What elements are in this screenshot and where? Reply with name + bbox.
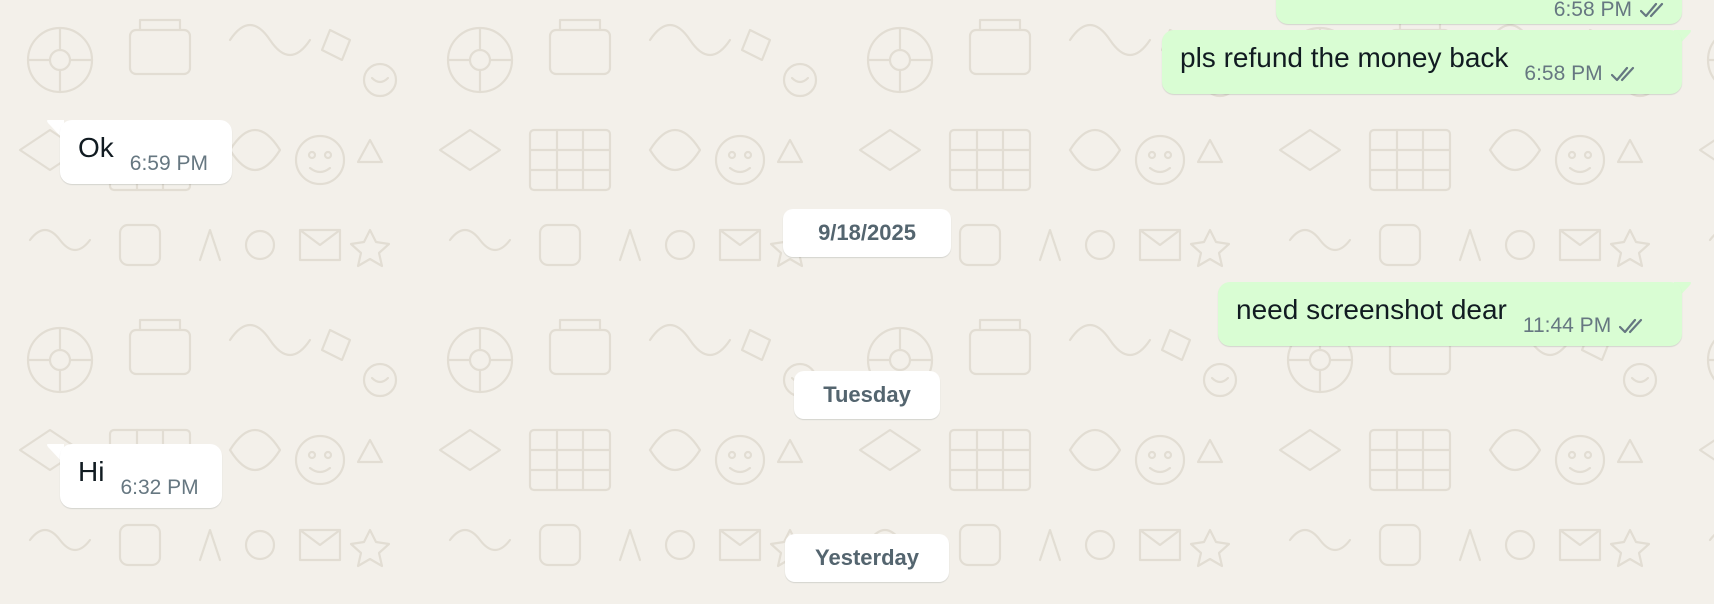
- message-meta: 6:32 PM: [120, 444, 198, 500]
- date-separator: Tuesday: [794, 371, 940, 419]
- message-time: 6:59 PM: [129, 152, 208, 175]
- message-text: pls refund the money back: [1180, 42, 1509, 73]
- date-separator: Yesterday: [785, 534, 949, 582]
- message-text: Ok: [78, 132, 114, 163]
- message-bubble-outgoing[interactable]: pls refund the money back 6:58 PM: [1162, 30, 1682, 94]
- message-bubble-outgoing[interactable]: need screenshot dear 11:44 PM: [1218, 282, 1682, 346]
- message-time: 11:44 PM: [1522, 314, 1612, 337]
- message-time: 6:58 PM: [1524, 62, 1603, 85]
- message-bubble-incoming[interactable]: Hi 6:32 PM: [60, 444, 222, 508]
- message-bubble-outgoing[interactable]: 6:58 PM: [1276, 0, 1682, 24]
- message-meta: 11:44 PM: [1523, 282, 1647, 338]
- message-meta: 6:59 PM: [130, 120, 208, 176]
- double-check-icon: [1619, 318, 1643, 334]
- double-check-icon: [1640, 2, 1664, 18]
- message-time: 6:32 PM: [120, 476, 199, 499]
- message-meta: 6:58 PM: [1554, 0, 1668, 22]
- message-meta: 6:58 PM: [1524, 30, 1638, 86]
- message-text: Hi: [78, 456, 105, 487]
- message-time: 6:58 PM: [1553, 0, 1632, 21]
- date-separator: 9/18/2025: [783, 209, 951, 257]
- message-bubble-incoming[interactable]: Ok 6:59 PM: [60, 120, 232, 184]
- message-text: need screenshot dear: [1236, 294, 1507, 325]
- double-check-icon: [1610, 66, 1634, 82]
